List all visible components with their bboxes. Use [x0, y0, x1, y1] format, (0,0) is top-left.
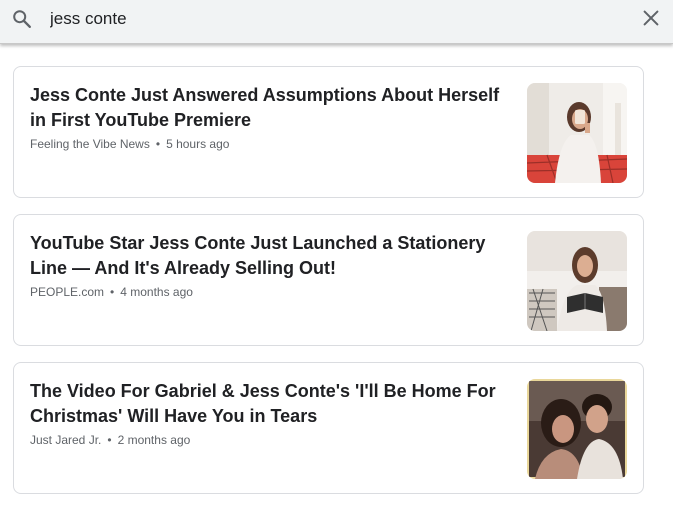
news-time: 5 hours ago	[166, 137, 230, 151]
news-time: 2 months ago	[117, 433, 191, 447]
news-source: Feeling the Vibe News	[30, 137, 150, 151]
news-meta: Feeling the Vibe News • 5 hours ago	[30, 137, 229, 151]
search-icon[interactable]	[11, 8, 33, 30]
separator-dot: •	[110, 285, 115, 299]
news-source: Just Jared Jr.	[30, 433, 102, 447]
news-thumbnail[interactable]	[527, 379, 627, 479]
news-thumbnail[interactable]	[527, 83, 627, 183]
separator-dot: •	[155, 137, 161, 151]
news-thumbnail[interactable]	[527, 231, 627, 331]
news-card[interactable]: Jess Conte Just Answered Assumptions Abo…	[13, 66, 644, 198]
news-title[interactable]: Jess Conte Just Answered Assumptions Abo…	[30, 83, 500, 133]
news-time: 4 months ago	[120, 285, 193, 299]
search-bar	[0, 0, 673, 44]
news-card[interactable]: The Video For Gabriel & Jess Conte's 'I'…	[13, 362, 644, 494]
news-meta: Just Jared Jr. • 2 months ago	[30, 433, 190, 447]
news-title[interactable]: YouTube Star Jess Conte Just Launched a …	[30, 231, 500, 281]
news-meta: PEOPLE.com • 4 months ago	[30, 285, 193, 299]
news-source: PEOPLE.com	[30, 285, 105, 299]
news-card[interactable]: YouTube Star Jess Conte Just Launched a …	[13, 214, 644, 346]
close-icon[interactable]	[640, 7, 662, 29]
separator-dot: •	[107, 433, 112, 447]
news-title[interactable]: The Video For Gabriel & Jess Conte's 'I'…	[30, 379, 500, 429]
results-list: Jess Conte Just Answered Assumptions Abo…	[13, 66, 644, 510]
search-input[interactable]	[50, 7, 610, 31]
